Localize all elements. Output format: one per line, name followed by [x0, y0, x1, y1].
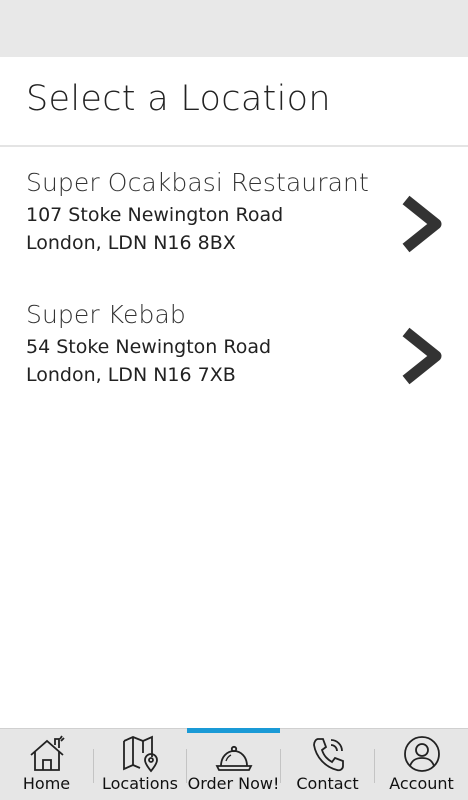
- tab-label: Home: [22, 774, 71, 793]
- header: Select a Location: [0, 57, 468, 147]
- tab-home[interactable]: Home: [0, 729, 93, 800]
- chevron-right-icon[interactable]: [400, 194, 444, 254]
- tab-contact[interactable]: Contact: [281, 729, 374, 800]
- location-address-line1: 107 Stoke Newington Road: [26, 204, 284, 226]
- chevron-right-icon[interactable]: [400, 326, 444, 386]
- tab-account[interactable]: Account: [375, 729, 468, 800]
- tab-locations[interactable]: Locations: [94, 729, 186, 800]
- location-item-super-kebab[interactable]: Super Kebab 54 Stoke Newington Road Lond…: [0, 292, 468, 414]
- status-bar: [0, 0, 468, 57]
- location-address-line1: 54 Stoke Newington Road: [26, 336, 272, 358]
- location-address-line2: London, LDN N16 8BX: [26, 232, 236, 254]
- phone-icon: [312, 738, 344, 772]
- location-address-line2: London, LDN N16 7XB: [26, 364, 236, 386]
- tab-order-now[interactable]: Order Now!: [187, 728, 280, 800]
- bottom-tab-bar: Home Locations Order Now! Contact Accoun…: [0, 728, 468, 800]
- map-pin-icon: [123, 735, 158, 773]
- location-name: Super Kebab: [26, 300, 186, 329]
- tab-label: Contact: [296, 774, 359, 793]
- home-icon: [29, 735, 65, 771]
- account-icon: [403, 736, 440, 772]
- tab-label: Locations: [101, 774, 178, 793]
- tab-label: Order Now!: [187, 774, 280, 793]
- location-name: Super Ocakbasi Restaurant: [26, 168, 369, 197]
- cloche-icon: [215, 745, 252, 771]
- page-title: Select a Location: [26, 79, 331, 119]
- location-item-super-ocakbasi[interactable]: Super Ocakbasi Restaurant 107 Stoke Newi…: [0, 160, 468, 282]
- tab-label: Account: [389, 774, 454, 793]
